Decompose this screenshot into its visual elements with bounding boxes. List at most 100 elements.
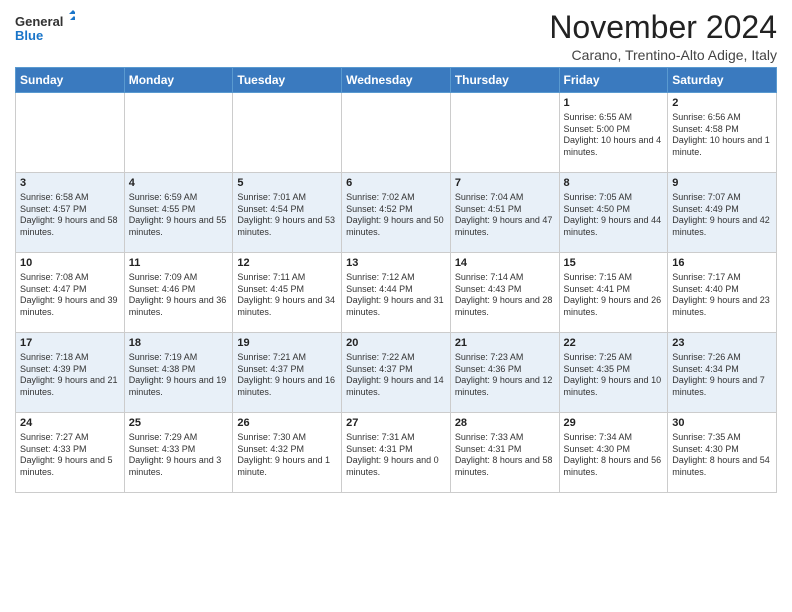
day-of-week-header: Saturday [668, 68, 777, 93]
day-info: Sunrise: 7:29 AM Sunset: 4:33 PM Dayligh… [129, 432, 229, 479]
day-info: Sunrise: 7:05 AM Sunset: 4:50 PM Dayligh… [564, 192, 664, 239]
day-number: 20 [346, 336, 446, 351]
logo: General Blue [15, 10, 75, 50]
day-number: 8 [564, 176, 664, 191]
svg-text:Blue: Blue [15, 28, 43, 43]
day-info: Sunrise: 7:22 AM Sunset: 4:37 PM Dayligh… [346, 352, 446, 399]
calendar-cell: 29Sunrise: 7:34 AM Sunset: 4:30 PM Dayli… [559, 413, 668, 493]
calendar-cell: 30Sunrise: 7:35 AM Sunset: 4:30 PM Dayli… [668, 413, 777, 493]
day-info: Sunrise: 7:21 AM Sunset: 4:37 PM Dayligh… [237, 352, 337, 399]
calendar-cell: 2Sunrise: 6:56 AM Sunset: 4:58 PM Daylig… [668, 93, 777, 173]
day-info: Sunrise: 7:07 AM Sunset: 4:49 PM Dayligh… [672, 192, 772, 239]
day-number: 11 [129, 256, 229, 271]
day-info: Sunrise: 7:12 AM Sunset: 4:44 PM Dayligh… [346, 272, 446, 319]
day-number: 3 [20, 176, 120, 191]
day-info: Sunrise: 7:01 AM Sunset: 4:54 PM Dayligh… [237, 192, 337, 239]
calendar-cell: 26Sunrise: 7:30 AM Sunset: 4:32 PM Dayli… [233, 413, 342, 493]
calendar-cell: 12Sunrise: 7:11 AM Sunset: 4:45 PM Dayli… [233, 253, 342, 333]
day-info: Sunrise: 7:17 AM Sunset: 4:40 PM Dayligh… [672, 272, 772, 319]
day-number: 25 [129, 416, 229, 431]
day-number: 28 [455, 416, 555, 431]
day-number: 7 [455, 176, 555, 191]
calendar-cell: 25Sunrise: 7:29 AM Sunset: 4:33 PM Dayli… [124, 413, 233, 493]
svg-text:General: General [15, 14, 63, 29]
calendar-cell [450, 93, 559, 173]
day-number: 4 [129, 176, 229, 191]
calendar-cell: 24Sunrise: 7:27 AM Sunset: 4:33 PM Dayli… [16, 413, 125, 493]
calendar-cell: 18Sunrise: 7:19 AM Sunset: 4:38 PM Dayli… [124, 333, 233, 413]
calendar-week-row: 3Sunrise: 6:58 AM Sunset: 4:57 PM Daylig… [16, 173, 777, 253]
calendar-cell: 3Sunrise: 6:58 AM Sunset: 4:57 PM Daylig… [16, 173, 125, 253]
calendar-cell: 8Sunrise: 7:05 AM Sunset: 4:50 PM Daylig… [559, 173, 668, 253]
day-info: Sunrise: 7:35 AM Sunset: 4:30 PM Dayligh… [672, 432, 772, 479]
day-info: Sunrise: 7:26 AM Sunset: 4:34 PM Dayligh… [672, 352, 772, 399]
calendar-week-row: 17Sunrise: 7:18 AM Sunset: 4:39 PM Dayli… [16, 333, 777, 413]
day-info: Sunrise: 7:19 AM Sunset: 4:38 PM Dayligh… [129, 352, 229, 399]
calendar-cell: 16Sunrise: 7:17 AM Sunset: 4:40 PM Dayli… [668, 253, 777, 333]
calendar-cell: 20Sunrise: 7:22 AM Sunset: 4:37 PM Dayli… [342, 333, 451, 413]
day-number: 21 [455, 336, 555, 351]
day-info: Sunrise: 7:34 AM Sunset: 4:30 PM Dayligh… [564, 432, 664, 479]
calendar-table: SundayMondayTuesdayWednesdayThursdayFrid… [15, 67, 777, 493]
location-subtitle: Carano, Trentino-Alto Adige, Italy [549, 47, 777, 63]
calendar-cell: 13Sunrise: 7:12 AM Sunset: 4:44 PM Dayli… [342, 253, 451, 333]
calendar-cell: 7Sunrise: 7:04 AM Sunset: 4:51 PM Daylig… [450, 173, 559, 253]
day-info: Sunrise: 7:23 AM Sunset: 4:36 PM Dayligh… [455, 352, 555, 399]
day-info: Sunrise: 7:02 AM Sunset: 4:52 PM Dayligh… [346, 192, 446, 239]
calendar-cell: 15Sunrise: 7:15 AM Sunset: 4:41 PM Dayli… [559, 253, 668, 333]
calendar-week-row: 10Sunrise: 7:08 AM Sunset: 4:47 PM Dayli… [16, 253, 777, 333]
month-title: November 2024 [549, 10, 777, 45]
calendar-week-row: 24Sunrise: 7:27 AM Sunset: 4:33 PM Dayli… [16, 413, 777, 493]
day-info: Sunrise: 7:25 AM Sunset: 4:35 PM Dayligh… [564, 352, 664, 399]
day-of-week-header: Tuesday [233, 68, 342, 93]
day-info: Sunrise: 7:27 AM Sunset: 4:33 PM Dayligh… [20, 432, 120, 479]
calendar-cell: 5Sunrise: 7:01 AM Sunset: 4:54 PM Daylig… [233, 173, 342, 253]
day-number: 1 [564, 96, 664, 111]
calendar-cell: 14Sunrise: 7:14 AM Sunset: 4:43 PM Dayli… [450, 253, 559, 333]
day-number: 5 [237, 176, 337, 191]
calendar-cell: 28Sunrise: 7:33 AM Sunset: 4:31 PM Dayli… [450, 413, 559, 493]
day-number: 13 [346, 256, 446, 271]
day-info: Sunrise: 7:08 AM Sunset: 4:47 PM Dayligh… [20, 272, 120, 319]
day-number: 26 [237, 416, 337, 431]
day-number: 18 [129, 336, 229, 351]
day-info: Sunrise: 7:18 AM Sunset: 4:39 PM Dayligh… [20, 352, 120, 399]
day-number: 14 [455, 256, 555, 271]
day-number: 16 [672, 256, 772, 271]
day-number: 27 [346, 416, 446, 431]
day-number: 30 [672, 416, 772, 431]
day-info: Sunrise: 7:11 AM Sunset: 4:45 PM Dayligh… [237, 272, 337, 319]
day-of-week-header: Sunday [16, 68, 125, 93]
day-number: 2 [672, 96, 772, 111]
day-of-week-header: Friday [559, 68, 668, 93]
day-number: 15 [564, 256, 664, 271]
day-of-week-header: Monday [124, 68, 233, 93]
day-number: 9 [672, 176, 772, 191]
day-number: 24 [20, 416, 120, 431]
calendar-cell: 23Sunrise: 7:26 AM Sunset: 4:34 PM Dayli… [668, 333, 777, 413]
day-info: Sunrise: 6:59 AM Sunset: 4:55 PM Dayligh… [129, 192, 229, 239]
title-section: November 2024 Carano, Trentino-Alto Adig… [549, 10, 777, 63]
calendar-week-row: 1Sunrise: 6:55 AM Sunset: 5:00 PM Daylig… [16, 93, 777, 173]
day-info: Sunrise: 7:04 AM Sunset: 4:51 PM Dayligh… [455, 192, 555, 239]
day-number: 19 [237, 336, 337, 351]
calendar-cell [342, 93, 451, 173]
calendar-cell: 10Sunrise: 7:08 AM Sunset: 4:47 PM Dayli… [16, 253, 125, 333]
calendar-cell: 9Sunrise: 7:07 AM Sunset: 4:49 PM Daylig… [668, 173, 777, 253]
calendar-cell [233, 93, 342, 173]
day-info: Sunrise: 7:31 AM Sunset: 4:31 PM Dayligh… [346, 432, 446, 479]
calendar-cell: 1Sunrise: 6:55 AM Sunset: 5:00 PM Daylig… [559, 93, 668, 173]
day-info: Sunrise: 7:15 AM Sunset: 4:41 PM Dayligh… [564, 272, 664, 319]
day-info: Sunrise: 6:55 AM Sunset: 5:00 PM Dayligh… [564, 112, 664, 159]
calendar-cell: 19Sunrise: 7:21 AM Sunset: 4:37 PM Dayli… [233, 333, 342, 413]
day-info: Sunrise: 7:30 AM Sunset: 4:32 PM Dayligh… [237, 432, 337, 479]
day-number: 29 [564, 416, 664, 431]
day-info: Sunrise: 7:14 AM Sunset: 4:43 PM Dayligh… [455, 272, 555, 319]
calendar-cell: 17Sunrise: 7:18 AM Sunset: 4:39 PM Dayli… [16, 333, 125, 413]
day-info: Sunrise: 6:56 AM Sunset: 4:58 PM Dayligh… [672, 112, 772, 159]
day-info: Sunrise: 7:09 AM Sunset: 4:46 PM Dayligh… [129, 272, 229, 319]
calendar-cell: 11Sunrise: 7:09 AM Sunset: 4:46 PM Dayli… [124, 253, 233, 333]
day-info: Sunrise: 7:33 AM Sunset: 4:31 PM Dayligh… [455, 432, 555, 479]
calendar-cell: 6Sunrise: 7:02 AM Sunset: 4:52 PM Daylig… [342, 173, 451, 253]
day-of-week-header: Wednesday [342, 68, 451, 93]
